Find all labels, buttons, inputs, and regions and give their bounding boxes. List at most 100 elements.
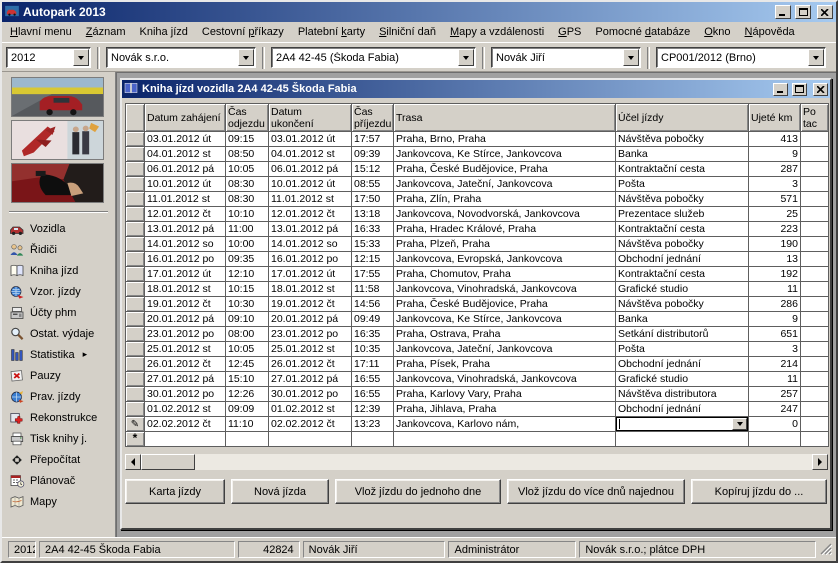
cell-ucel-jizdy[interactable]: Návštěva pobočky <box>616 192 749 207</box>
cell-ucel-jizdy[interactable] <box>616 417 749 432</box>
row-selector[interactable] <box>126 372 145 387</box>
dropdown-arrow-icon[interactable] <box>808 49 824 66</box>
cell-cas-prijezdu[interactable] <box>352 432 394 447</box>
scrollbar-track[interactable] <box>195 454 812 470</box>
col-cas-odjezdu[interactable]: Čas odjezdu <box>226 104 269 132</box>
cell-ucel-jizdy[interactable]: Pošta <box>616 342 749 357</box>
scroll-left-button[interactable] <box>125 454 141 470</box>
cell-ucel-jizdy[interactable]: Setkání distributorů <box>616 327 749 342</box>
cell-datum-zahajeni[interactable]: 19.01.2012 čt <box>145 297 226 312</box>
cell-ujete-km[interactable]: 13 <box>749 252 801 267</box>
cell-datum-zahajeni[interactable]: 23.01.2012 po <box>145 327 226 342</box>
cell-po-tac[interactable] <box>801 207 829 222</box>
logbook-close-button[interactable] <box>813 83 828 96</box>
cell-po-tac[interactable] <box>801 237 829 252</box>
sidebar-item-ridici[interactable]: Řidiči <box>2 239 115 260</box>
cell-ujete-km[interactable]: 11 <box>749 372 801 387</box>
cell-cas-odjezdu[interactable]: 09:15 <box>226 132 269 147</box>
menu-platebni-karty[interactable]: Platební karty <box>291 24 372 40</box>
cell-cas-prijezdu[interactable]: 16:35 <box>352 327 394 342</box>
purpose-combobox[interactable] <box>616 417 748 431</box>
cell-datum-ukonceni[interactable]: 17.01.2012 út <box>269 267 352 282</box>
cell-trasa[interactable]: Jankovcova, Novodvorská, Jankovcova <box>394 207 616 222</box>
cell-datum-ukonceni[interactable]: 16.01.2012 po <box>269 252 352 267</box>
cell-ujete-km[interactable]: 3 <box>749 342 801 357</box>
row-selector[interactable] <box>126 312 145 327</box>
cell-ucel-jizdy[interactable] <box>616 432 749 447</box>
table-row[interactable]: ✎02.02.2012 čt11:1002.02.2012 čt13:23Jan… <box>126 417 829 432</box>
cell-po-tac[interactable] <box>801 162 829 177</box>
cell-trasa[interactable]: Jankovcova, Vinohradská, Jankovcova <box>394 372 616 387</box>
table-row[interactable]: 04.01.2012 st08:5004.01.2012 st09:39Jank… <box>126 147 829 162</box>
menu-okno[interactable]: Okno <box>697 24 737 40</box>
row-selector[interactable] <box>126 237 145 252</box>
cell-datum-zahajeni[interactable]: 18.01.2012 st <box>145 282 226 297</box>
kopiruj-jizdu-button[interactable]: Kopíruj jízdu do ... <box>691 479 827 504</box>
logbook-minimize-button[interactable] <box>773 83 788 96</box>
menu-silnicni-dan[interactable]: Silniční daň <box>372 24 443 40</box>
cell-po-tac[interactable] <box>801 312 829 327</box>
col-ujete-km[interactable]: Ujeté km <box>749 104 801 132</box>
col-po-tac[interactable]: Po tac <box>801 104 829 132</box>
row-selector[interactable] <box>126 192 145 207</box>
col-cas-prijezdu[interactable]: Čas příjezdu <box>352 104 394 132</box>
table-row[interactable]: 27.01.2012 pá15:1027.01.2012 pá16:55Jank… <box>126 372 829 387</box>
cell-ujete-km[interactable]: 3 <box>749 177 801 192</box>
sidebar-item-ucty-phm[interactable]: Účty phm <box>2 302 115 323</box>
cell-datum-ukonceni[interactable]: 23.01.2012 po <box>269 327 352 342</box>
cell-po-tac[interactable] <box>801 252 829 267</box>
sidebar-item-kniha-jizd[interactable]: Kniha jízd <box>2 260 115 281</box>
cell-datum-ukonceni[interactable]: 10.01.2012 út <box>269 177 352 192</box>
cell-cas-odjezdu[interactable]: 11:10 <box>226 417 269 432</box>
cell-cas-odjezdu[interactable] <box>226 432 269 447</box>
cell-ujete-km[interactable]: 223 <box>749 222 801 237</box>
year-combo[interactable]: 2012 <box>6 47 91 68</box>
cell-ucel-jizdy[interactable]: Banka <box>616 147 749 162</box>
cell-po-tac[interactable] <box>801 342 829 357</box>
cell-ucel-jizdy[interactable]: Obchodní jednání <box>616 402 749 417</box>
cell-cas-prijezdu[interactable]: 17:11 <box>352 357 394 372</box>
row-selector-editing[interactable]: ✎ <box>126 417 145 432</box>
cell-ucel-jizdy[interactable]: Kontraktační cesta <box>616 267 749 282</box>
cell-datum-zahajeni[interactable]: 26.01.2012 čt <box>145 357 226 372</box>
cell-cas-prijezdu[interactable]: 13:23 <box>352 417 394 432</box>
cell-cas-odjezdu[interactable]: 10:15 <box>226 282 269 297</box>
cell-ucel-jizdy[interactable]: Prezentace služeb <box>616 207 749 222</box>
col-row-selector[interactable] <box>126 104 145 132</box>
col-datum-ukonceni[interactable]: Datum ukončení <box>269 104 352 132</box>
cell-trasa[interactable]: Jankovcova, Evropská, Jankovcova <box>394 252 616 267</box>
cell-cas-prijezdu[interactable]: 10:35 <box>352 342 394 357</box>
cell-ucel-jizdy[interactable]: Grafické studio <box>616 372 749 387</box>
cell-cas-odjezdu[interactable]: 10:00 <box>226 237 269 252</box>
cell-trasa[interactable]: Jankovcova, Jateční, Jankovcova <box>394 342 616 357</box>
row-selector[interactable] <box>126 387 145 402</box>
row-selector[interactable] <box>126 282 145 297</box>
cell-datum-ukonceni[interactable]: 25.01.2012 st <box>269 342 352 357</box>
sidebar-item-vozidla[interactable]: Vozidla <box>2 218 115 239</box>
cell-trasa[interactable]: Jankovcova, Ke Stírce, Jankovcova <box>394 312 616 327</box>
sidebar-item-rekonstrukce[interactable]: Rekonstrukce <box>2 407 115 428</box>
cell-ujete-km[interactable]: 11 <box>749 282 801 297</box>
karta-jizdy-button[interactable]: Karta jízdy <box>125 479 225 504</box>
cell-trasa[interactable]: Jankovcova, Jateční, Jankovcova <box>394 177 616 192</box>
cell-trasa[interactable]: Jankovcova, Karlovo nám, <box>394 417 616 432</box>
cell-ujete-km[interactable] <box>749 432 801 447</box>
sidebar-item-vzor-jizdy[interactable]: Vzor. jízdy <box>2 281 115 302</box>
cell-cas-prijezdu[interactable]: 16:33 <box>352 222 394 237</box>
horizontal-scrollbar[interactable] <box>125 454 828 470</box>
logbook-title-bar[interactable]: Kniha jízd vozidla 2A4 42-45 Škoda Fabia <box>122 80 830 98</box>
cell-cas-prijezdu[interactable]: 15:12 <box>352 162 394 177</box>
col-datum-zahajeni[interactable]: Datum zahájení <box>145 104 226 132</box>
cell-datum-ukonceni[interactable]: 02.02.2012 čt <box>269 417 352 432</box>
row-selector[interactable] <box>126 207 145 222</box>
table-row[interactable]: 19.01.2012 čt10:3019.01.2012 čt14:56Prah… <box>126 297 829 312</box>
table-row[interactable]: 01.02.2012 st09:0901.02.2012 st12:39Prah… <box>126 402 829 417</box>
cell-cas-odjezdu[interactable]: 09:09 <box>226 402 269 417</box>
cell-datum-ukonceni[interactable]: 06.01.2012 pá <box>269 162 352 177</box>
row-selector[interactable] <box>126 297 145 312</box>
cell-datum-zahajeni[interactable]: 17.01.2012 út <box>145 267 226 282</box>
cell-datum-ukonceni[interactable] <box>269 432 352 447</box>
cell-ujete-km[interactable]: 0 <box>749 417 801 432</box>
cell-ucel-jizdy[interactable]: Návštěva pobočky <box>616 237 749 252</box>
cell-datum-ukonceni[interactable]: 11.01.2012 st <box>269 192 352 207</box>
